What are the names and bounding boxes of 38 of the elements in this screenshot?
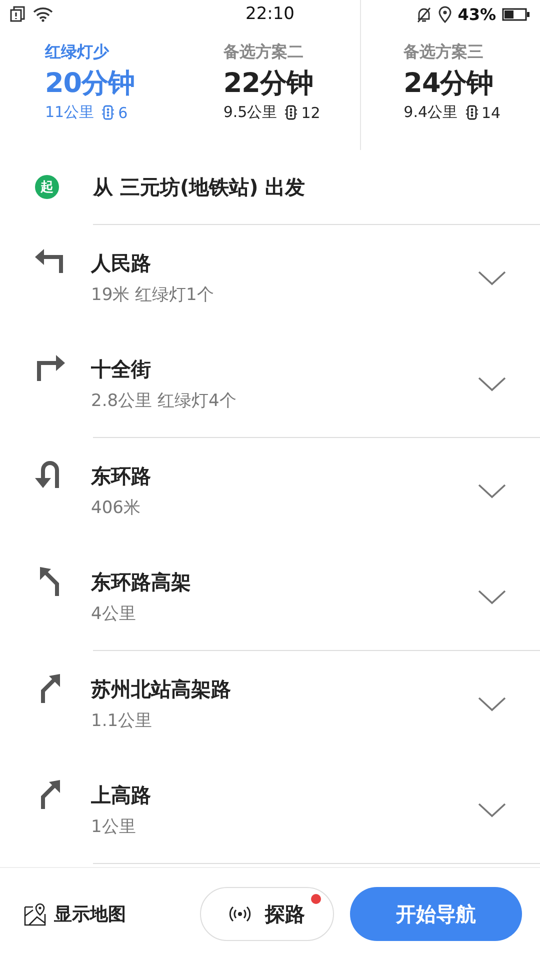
status-time: 22:10	[246, 4, 294, 24]
show-map-button[interactable]: 显示地图	[24, 902, 200, 926]
chevron-down-icon[interactable]	[478, 589, 506, 605]
step-detail: 1公里	[91, 816, 136, 838]
traffic-light-icon	[466, 105, 478, 120]
step-detail: 406米	[91, 497, 140, 519]
map-pin-icon	[24, 902, 48, 926]
route-tab[interactable]: 备选方案二 22分钟 9.5公里 12	[181, 28, 360, 150]
location-icon	[438, 6, 452, 22]
step-detail: 1.1公里	[91, 710, 152, 732]
bell-muted-icon	[416, 6, 432, 22]
start-navigation-button[interactable]: 开始导航	[350, 887, 522, 941]
explore-button[interactable]: 探路	[200, 887, 334, 941]
step-detail: 4公里	[91, 603, 136, 625]
battery-icon	[502, 8, 530, 20]
route-tab[interactable]: 红绿灯少 20分钟 11公里 6	[0, 28, 182, 150]
traffic-light-icon	[285, 105, 298, 120]
signal-icon	[229, 905, 251, 923]
road-name: 东环路	[91, 463, 151, 490]
chevron-down-icon[interactable]	[478, 376, 506, 392]
chevron-down-icon[interactable]	[478, 483, 506, 499]
road-name: 东环路高架	[91, 569, 191, 596]
road-name: 上高路	[91, 782, 151, 809]
traffic-light-icon	[102, 105, 114, 120]
wifi-icon	[33, 6, 53, 22]
road-name: 苏州北站高架路	[91, 676, 231, 703]
step-detail: 2.8公里 红绿灯4个	[91, 390, 236, 412]
chevron-down-icon[interactable]	[478, 696, 506, 712]
battery-percent: 43%	[458, 4, 496, 24]
sim-icon	[10, 6, 25, 22]
road-name: 十全街	[91, 356, 151, 383]
start-badge: 起	[35, 175, 59, 199]
step-detail: 19米 红绿灯1个	[91, 284, 214, 306]
start-location: 从 三元坊(地铁站) 出发	[93, 174, 306, 200]
chevron-down-icon[interactable]	[478, 270, 506, 286]
chevron-down-icon[interactable]	[478, 802, 506, 818]
route-tab[interactable]: 备选方案三 24分钟 9.4公里 14	[360, 28, 540, 150]
road-name: 人民路	[91, 250, 151, 277]
